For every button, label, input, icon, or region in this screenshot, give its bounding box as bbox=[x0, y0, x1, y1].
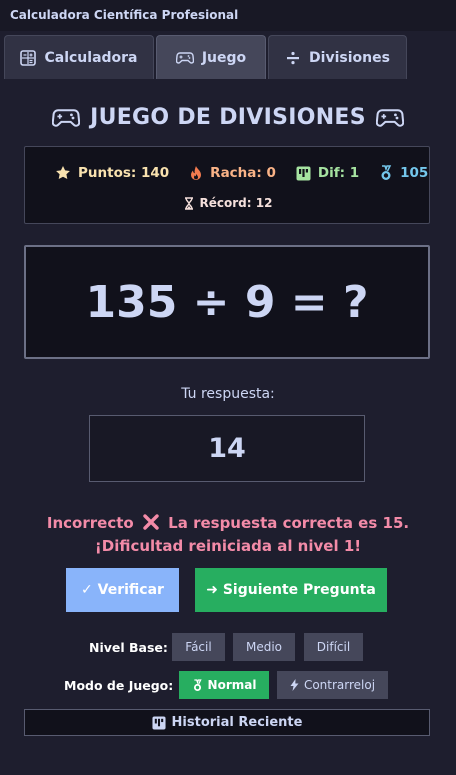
game-title: JUEGO DE DIVISIONES bbox=[0, 105, 456, 130]
chart-icon bbox=[296, 166, 311, 180]
verify-button[interactable]: ✓ Verificar bbox=[66, 568, 179, 612]
level-hard-button[interactable]: Difícil bbox=[304, 633, 363, 661]
window-title: Calculadora Científica Profesional bbox=[0, 0, 456, 31]
difficulty-label: Dif: 1 bbox=[317, 165, 360, 181]
hourglass-icon bbox=[184, 196, 193, 210]
cross-mark-icon bbox=[143, 514, 159, 530]
answer-field[interactable] bbox=[89, 415, 365, 482]
tab-calculadora[interactable]: Calculadora bbox=[4, 35, 154, 79]
tab-divisiones-label: Divisiones bbox=[309, 49, 390, 66]
mode-timed-label: Contrarreloj bbox=[303, 678, 376, 692]
answer-label: Tu respuesta: bbox=[181, 386, 275, 402]
tab-calculadora-label: Calculadora bbox=[44, 49, 138, 66]
history-label: Historial Reciente bbox=[171, 715, 303, 730]
points-label: Puntos: 140 bbox=[78, 165, 170, 181]
mode-normal-label: Normal bbox=[207, 678, 257, 692]
mode-label: Modo de Juego: bbox=[64, 678, 174, 693]
mode-timed-button[interactable]: Contrarreloj bbox=[277, 671, 388, 699]
divide-icon bbox=[287, 51, 300, 64]
gamepad-icon bbox=[175, 51, 194, 64]
gamepad-icon bbox=[52, 108, 81, 127]
points-stat: Puntos: 140 bbox=[55, 165, 169, 181]
fire-icon bbox=[191, 166, 202, 180]
record-label: Récord: 12 bbox=[199, 196, 273, 210]
record-stat: Récord: 12 bbox=[25, 196, 429, 210]
star-icon bbox=[56, 166, 70, 179]
stats-panel: Puntos: 140 Racha: 0 Dif: 1 105 Récord: … bbox=[24, 146, 430, 224]
game-title-text: JUEGO DE DIVISIONES bbox=[90, 105, 366, 130]
feedback-message: Incorrecto La respuesta correcta es 15. … bbox=[18, 512, 438, 558]
count-label: 105 bbox=[400, 165, 429, 181]
problem-display: 135 ÷ 9 = ? bbox=[24, 245, 430, 359]
tab-juego[interactable]: Juego bbox=[156, 35, 266, 79]
tab-bar: Calculadora Juego Divisiones bbox=[0, 35, 456, 79]
medal-icon bbox=[193, 678, 202, 691]
gamepad-icon bbox=[375, 108, 404, 127]
lightning-icon bbox=[290, 679, 299, 691]
difficulty-stat: Dif: 1 bbox=[296, 165, 359, 181]
level-easy-button[interactable]: Fácil bbox=[172, 633, 225, 661]
level-label: Nivel Base: bbox=[89, 640, 168, 655]
answer-input[interactable] bbox=[90, 416, 364, 481]
history-toggle[interactable]: Historial Reciente bbox=[24, 709, 430, 736]
mode-normal-button[interactable]: Normal bbox=[179, 671, 269, 699]
next-question-button[interactable]: ➜ Siguiente Pregunta bbox=[195, 568, 387, 612]
streak-stat: Racha: 0 bbox=[189, 165, 276, 181]
chart-icon bbox=[151, 715, 166, 730]
streak-label: Racha: 0 bbox=[210, 165, 276, 181]
level-medium-button[interactable]: Medio bbox=[233, 633, 295, 661]
count-stat: 105 bbox=[379, 165, 428, 181]
stats-row: Puntos: 140 Racha: 0 Dif: 1 105 bbox=[55, 165, 428, 181]
calculator-icon bbox=[20, 49, 37, 66]
medal-icon bbox=[381, 165, 392, 180]
tab-juego-label: Juego bbox=[201, 49, 247, 66]
tab-divisiones[interactable]: Divisiones bbox=[268, 35, 407, 79]
feedback-prefix: Incorrecto bbox=[46, 514, 134, 532]
